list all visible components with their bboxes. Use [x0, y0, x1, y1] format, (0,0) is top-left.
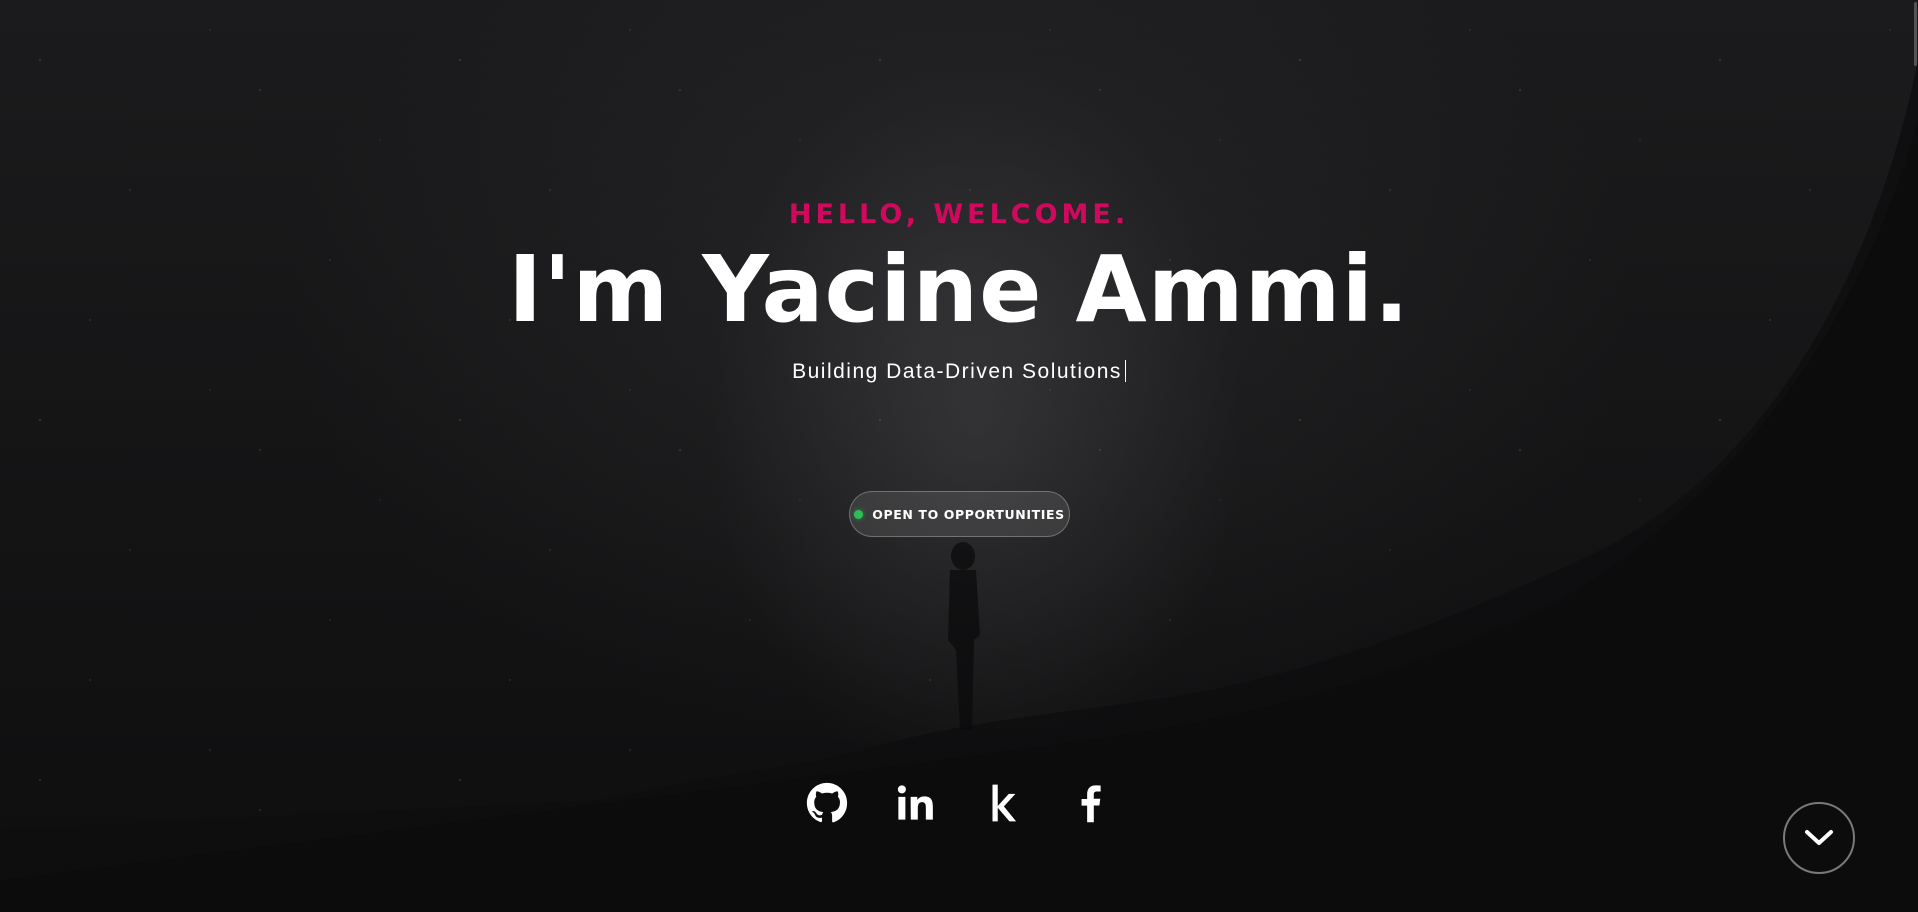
scroll-down-button[interactable] — [1783, 802, 1855, 874]
status-label: OPEN TO OPPORTUNITIES — [872, 506, 1065, 522]
kaggle-icon — [992, 784, 1017, 822]
typing-cursor — [1124, 360, 1126, 382]
page-scrollbar[interactable] — [1912, 0, 1918, 912]
github-icon — [806, 782, 848, 823]
hero-section: HELLO, WELCOME. I'm Yacine Ammi. Buildin… — [0, 0, 1918, 912]
hill-silhouette — [0, 60, 1918, 912]
tagline-text: Building Data-Driven Solutions — [792, 360, 1122, 383]
facebook-link[interactable] — [1047, 778, 1135, 828]
open-to-opportunities-badge[interactable]: OPEN TO OPPORTUNITIES — [849, 491, 1070, 537]
github-link[interactable] — [783, 778, 871, 828]
tagline-line: Building Data-Driven Solutions — [0, 358, 1918, 386]
status-dot-icon — [854, 509, 864, 519]
chevron-down-icon — [1805, 830, 1833, 845]
social-links — [0, 778, 1918, 828]
headline-text: I'm Yacine Ammi. — [508, 236, 1410, 343]
scrollbar-thumb[interactable] — [1914, 2, 1917, 66]
hero-content: HELLO, WELCOME. I'm Yacine Ammi. Buildin… — [0, 196, 1918, 386]
linkedin-link[interactable] — [871, 778, 959, 828]
greeting-text: HELLO, WELCOME. — [788, 199, 1130, 230]
person-silhouette — [948, 542, 980, 730]
kaggle-link[interactable] — [959, 778, 1047, 828]
facebook-icon — [1081, 785, 1101, 823]
linkedin-icon — [897, 785, 933, 820]
